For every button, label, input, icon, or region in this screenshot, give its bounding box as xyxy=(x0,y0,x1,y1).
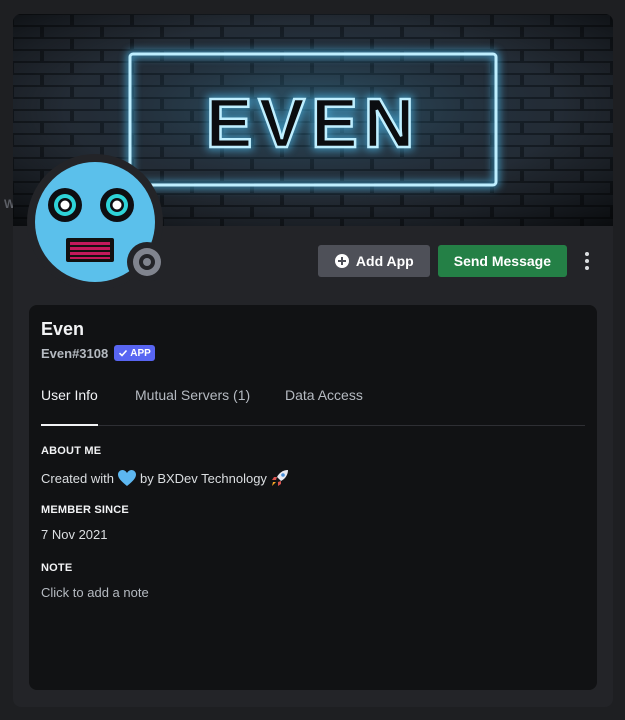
about-text-before: Created with xyxy=(41,470,114,486)
avatar-frame xyxy=(27,154,167,290)
send-message-label: Send Message xyxy=(453,253,551,269)
note-title: NOTE xyxy=(41,562,73,574)
member-since-title: MEMBER SINCE xyxy=(41,504,129,516)
neon-text: EVEN xyxy=(206,84,421,162)
app-badge: APP xyxy=(114,345,155,361)
more-options-icon[interactable] xyxy=(577,245,597,277)
profile-actions: Add App Send Message xyxy=(317,245,597,277)
status-indicator xyxy=(127,242,167,282)
about-me-text: Created with by BXDev Technology xyxy=(41,468,290,488)
add-app-label: Add App xyxy=(355,253,414,269)
profile-tabs: User Info Mutual Servers (1) Data Access xyxy=(41,377,585,426)
username: Even#3108 xyxy=(41,345,109,361)
verified-check-icon xyxy=(119,349,128,357)
about-text-after: by BXDev Technology xyxy=(139,470,267,486)
tab-mutual-servers[interactable]: Mutual Servers (1) xyxy=(135,387,250,425)
offline-status-icon xyxy=(133,248,161,276)
about-me-title: ABOUT ME xyxy=(41,445,102,457)
tab-data-access[interactable]: Data Access xyxy=(285,387,363,425)
username-row: Even#3108 APP xyxy=(41,345,155,361)
app-badge-label: APP xyxy=(130,347,151,359)
user-profile-modal: EVEN EVEN Add App Send Message Even Even… xyxy=(13,14,613,707)
display-name: Even xyxy=(41,319,85,339)
rocket-icon xyxy=(271,470,288,486)
add-app-button[interactable]: Add App xyxy=(317,245,430,277)
tab-user-info[interactable]: User Info xyxy=(41,387,98,426)
profile-card: Even Even#3108 APP User Info Mutual Serv… xyxy=(29,305,597,690)
note-input[interactable]: Click to add a note xyxy=(41,585,149,600)
send-message-button[interactable]: Send Message xyxy=(437,245,567,277)
member-since-date: 7 Nov 2021 xyxy=(41,527,108,542)
blue-heart-icon xyxy=(117,470,136,486)
add-circle-icon xyxy=(334,254,349,268)
